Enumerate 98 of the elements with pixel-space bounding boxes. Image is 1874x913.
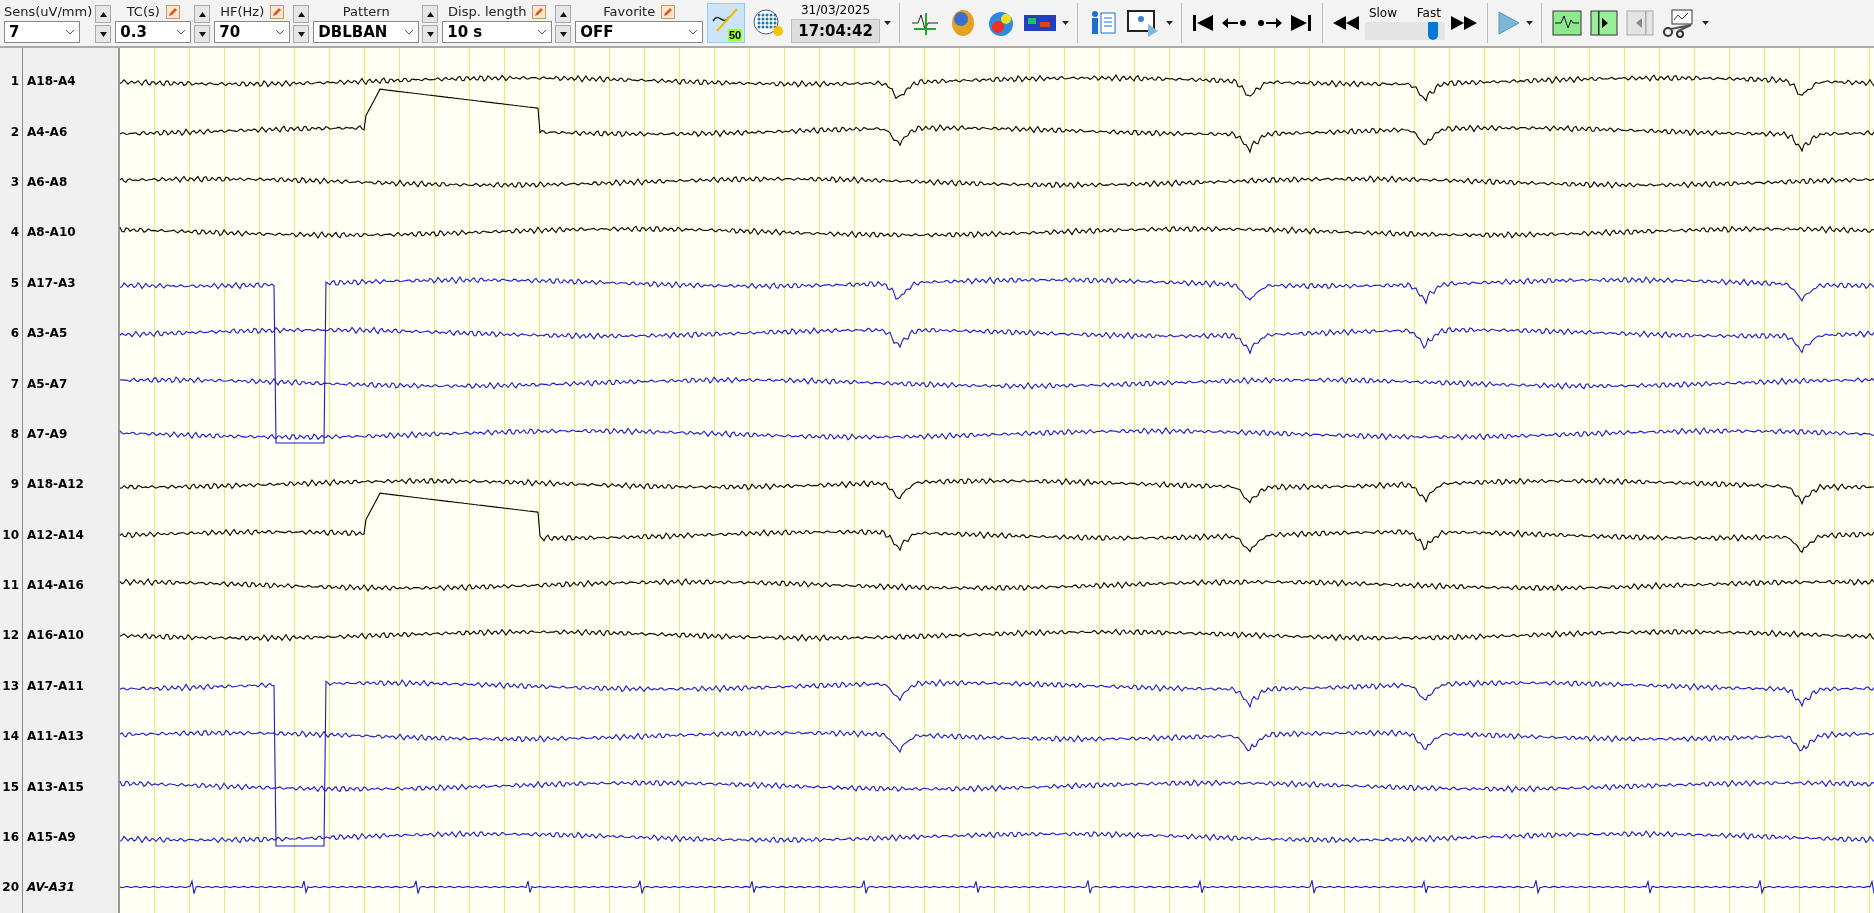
channel-label: A14-A16 bbox=[27, 578, 84, 593]
down-arrow-icon bbox=[426, 31, 434, 37]
notch-filter-button[interactable]: 50 bbox=[707, 3, 746, 43]
channel-number: 2 bbox=[9, 124, 19, 139]
field-label: Disp. length bbox=[448, 4, 527, 19]
fast-forward-icon[interactable] bbox=[1448, 14, 1479, 32]
caret-icon bbox=[1061, 21, 1069, 25]
field-label: Pattern bbox=[342, 4, 390, 19]
down-arrow-icon bbox=[297, 31, 305, 37]
decrement-button[interactable] bbox=[555, 25, 572, 43]
fast-label: Fast bbox=[1416, 6, 1441, 20]
channel-number: 7 bbox=[9, 376, 19, 391]
channel-label: A13-A15 bbox=[27, 779, 84, 794]
up-arrow-icon bbox=[297, 11, 305, 17]
caret-icon bbox=[1165, 21, 1173, 25]
up-arrow-icon bbox=[198, 11, 206, 17]
caret-icon bbox=[65, 29, 75, 35]
field-label: TC(s) bbox=[126, 4, 160, 19]
spinner-control[interactable] bbox=[422, 5, 439, 43]
down-arrow-icon bbox=[99, 31, 107, 37]
channel-number: 6 bbox=[9, 326, 19, 341]
channel-label: A7-A9 bbox=[27, 426, 68, 441]
spectrum-icon[interactable] bbox=[1021, 13, 1058, 33]
increment-button[interactable] bbox=[555, 5, 572, 23]
slow-label: Slow bbox=[1368, 6, 1397, 20]
channel-label: A8-A10 bbox=[27, 225, 76, 240]
dropdown-field[interactable]: OFF bbox=[575, 21, 704, 43]
slider-thumb[interactable] bbox=[1427, 22, 1438, 40]
caret-icon bbox=[883, 21, 891, 25]
increment-button[interactable] bbox=[422, 5, 439, 23]
caret-icon bbox=[176, 29, 187, 35]
pencil-icon[interactable] bbox=[270, 4, 285, 19]
channel-number: 5 bbox=[9, 275, 19, 290]
date-label: 31/03/2025 bbox=[800, 3, 871, 17]
waveform-view-icon[interactable] bbox=[1549, 8, 1584, 38]
caret-icon bbox=[404, 29, 415, 35]
channel-number: 20 bbox=[1, 880, 19, 895]
channel-label: A15-A9 bbox=[27, 830, 76, 845]
channel-label: A11-A13 bbox=[27, 729, 84, 744]
channel-label: A17-A3 bbox=[27, 275, 76, 290]
caret-icon bbox=[1525, 21, 1533, 25]
increment-button[interactable] bbox=[293, 5, 310, 23]
up-arrow-icon bbox=[426, 11, 434, 17]
spinner-control[interactable] bbox=[293, 5, 310, 43]
channel-label: A17-A11 bbox=[27, 678, 84, 693]
increment-button[interactable] bbox=[95, 5, 112, 23]
pencil-icon[interactable] bbox=[661, 4, 676, 19]
dropdown-field[interactable]: 10 s bbox=[442, 21, 553, 43]
channel-number: 8 bbox=[9, 426, 19, 441]
channel-number: 4 bbox=[9, 225, 19, 240]
down-arrow-icon bbox=[559, 31, 567, 37]
decrement-button[interactable] bbox=[293, 25, 310, 43]
next-page-icon[interactable] bbox=[1587, 8, 1620, 38]
spinner-control[interactable] bbox=[555, 5, 572, 43]
down-arrow-icon bbox=[198, 31, 206, 37]
channel-number: 10 bbox=[1, 527, 19, 542]
channel-label: A4-A6 bbox=[27, 124, 68, 139]
field-label: HF(Hz) bbox=[220, 4, 265, 19]
channel-number: 9 bbox=[9, 477, 19, 492]
channel-number: 15 bbox=[1, 779, 19, 794]
channel-label: A18-A4 bbox=[27, 74, 76, 89]
channel-number: 14 bbox=[1, 729, 19, 744]
up-arrow-icon bbox=[559, 11, 567, 17]
pencil-icon[interactable] bbox=[532, 4, 547, 19]
caret-icon bbox=[275, 29, 286, 35]
dropdown-field[interactable]: 0.3 bbox=[115, 21, 192, 43]
channel-label: A16-A10 bbox=[27, 628, 84, 643]
play-icon[interactable] bbox=[1495, 9, 1522, 37]
field-label: Sens(uV/mm) bbox=[4, 4, 93, 19]
caret-icon bbox=[1701, 21, 1709, 25]
field-label: Favorite bbox=[603, 4, 656, 19]
time-display: 17:04:42 bbox=[791, 19, 880, 43]
channel-label: AV-A31 bbox=[27, 880, 75, 895]
channel-number: 11 bbox=[1, 578, 19, 593]
dropdown-field[interactable]: 70 bbox=[214, 21, 291, 43]
decrement-button[interactable] bbox=[95, 25, 112, 43]
channel-label: A18-A12 bbox=[27, 477, 84, 492]
channel-label: A5-A7 bbox=[27, 376, 68, 391]
channel-number: 3 bbox=[9, 174, 19, 189]
channel-number: 16 bbox=[1, 830, 19, 845]
increment-button[interactable] bbox=[194, 5, 211, 23]
spinner-control[interactable] bbox=[95, 5, 112, 43]
channel-number: 1 bbox=[9, 74, 19, 89]
up-arrow-icon bbox=[99, 11, 107, 17]
channel-number: 13 bbox=[1, 678, 19, 693]
pencil-icon[interactable] bbox=[165, 4, 180, 19]
decrement-button[interactable] bbox=[194, 25, 211, 43]
speed-slider[interactable] bbox=[1364, 22, 1445, 40]
channel-label: A12-A14 bbox=[27, 527, 84, 542]
channel-label: A3-A5 bbox=[27, 326, 68, 341]
dropdown-field[interactable]: DBLBAN bbox=[313, 21, 420, 43]
channel-number: 12 bbox=[1, 628, 19, 643]
decrement-button[interactable] bbox=[422, 25, 439, 43]
spinner-control[interactable] bbox=[194, 5, 211, 43]
channel-label: A6-A8 bbox=[27, 174, 68, 189]
dropdown-field[interactable]: 7 bbox=[4, 21, 80, 43]
caret-icon bbox=[688, 29, 699, 35]
caret-icon bbox=[537, 29, 548, 35]
